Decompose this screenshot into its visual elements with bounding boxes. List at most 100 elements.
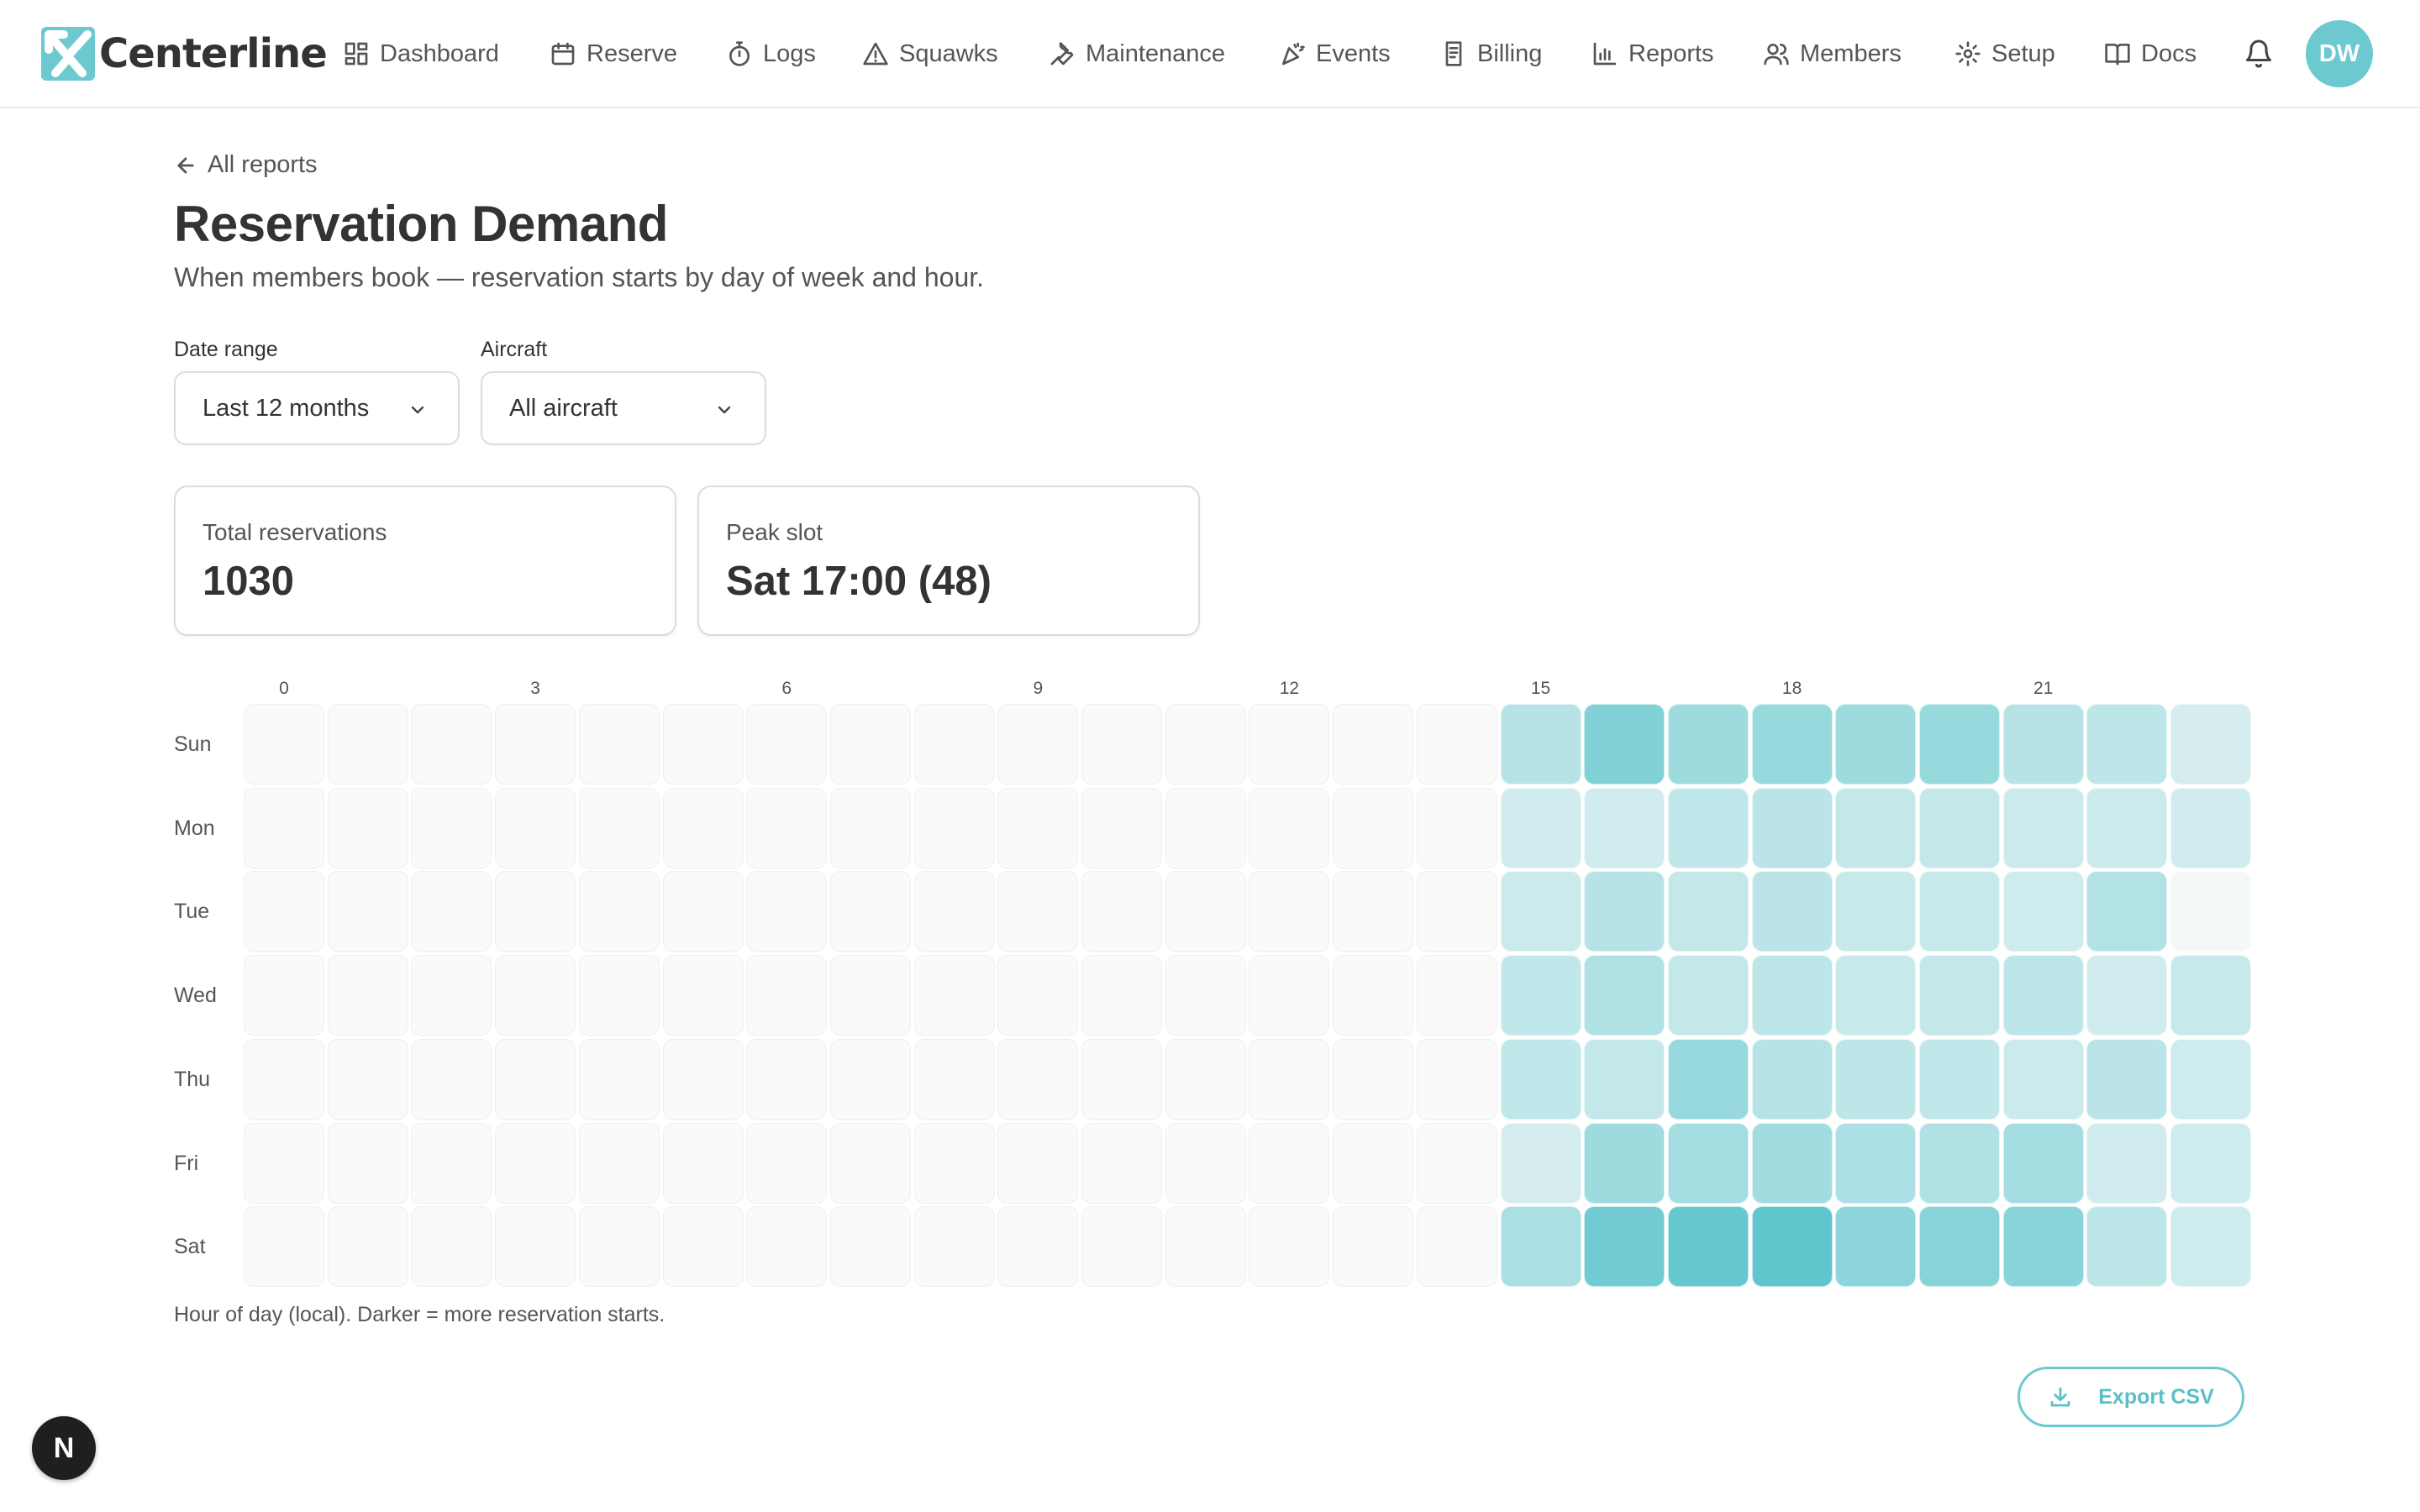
heatmap-cell[interactable] xyxy=(1835,955,1917,1037)
notifications-button[interactable] xyxy=(2244,39,2274,69)
heatmap-cell[interactable] xyxy=(2170,871,2252,953)
heatmap-cell[interactable] xyxy=(1584,1206,1665,1288)
heatmap-cell[interactable] xyxy=(327,1038,408,1120)
heatmap-cell[interactable] xyxy=(913,787,995,869)
heatmap-cell[interactable] xyxy=(746,955,828,1037)
heatmap-cell[interactable] xyxy=(1249,704,1330,785)
heatmap-cell[interactable] xyxy=(2086,871,2168,953)
heatmap-cell[interactable] xyxy=(1333,704,1414,785)
heatmap-cell[interactable] xyxy=(997,871,1079,953)
heatmap-cell[interactable] xyxy=(2002,1038,2084,1120)
heatmap-cell[interactable] xyxy=(829,1038,911,1120)
heatmap-cell[interactable] xyxy=(1500,704,1581,785)
heatmap-cell[interactable] xyxy=(1835,1206,1917,1288)
heatmap-cell[interactable] xyxy=(1835,1122,1917,1204)
heatmap-cell[interactable] xyxy=(327,955,408,1037)
heatmap-cell[interactable] xyxy=(2002,871,2084,953)
heatmap-cell[interactable] xyxy=(244,1122,324,1204)
heatmap-cell[interactable] xyxy=(1081,1038,1162,1120)
heatmap-cell[interactable] xyxy=(997,787,1079,869)
heatmap-cell[interactable] xyxy=(327,704,408,785)
heatmap-cell[interactable] xyxy=(2086,1038,2168,1120)
heatmap-cell[interactable] xyxy=(1667,1206,1749,1288)
nav-item-members[interactable]: Members xyxy=(1763,32,1902,76)
heatmap-cell[interactable] xyxy=(1667,1038,1749,1120)
heatmap-cell[interactable] xyxy=(244,1038,324,1120)
heatmap-cell[interactable] xyxy=(1416,704,1497,785)
heatmap-cell[interactable] xyxy=(913,704,995,785)
heatmap-cell[interactable] xyxy=(2086,787,2168,869)
heatmap-cell[interactable] xyxy=(2170,704,2252,785)
nav-item-dashboard[interactable]: Dashboard xyxy=(343,32,499,76)
dev-tools-badge[interactable]: N xyxy=(32,1416,96,1480)
heatmap-cell[interactable] xyxy=(1751,871,1833,953)
heatmap-cell[interactable] xyxy=(1667,871,1749,953)
heatmap-cell[interactable] xyxy=(1835,787,1917,869)
heatmap-cell[interactable] xyxy=(1165,1206,1246,1288)
heatmap-cell[interactable] xyxy=(662,1038,744,1120)
heatmap-cell[interactable] xyxy=(913,1206,995,1288)
heatmap-cell[interactable] xyxy=(2086,704,2168,785)
heatmap-cell[interactable] xyxy=(1081,955,1162,1037)
aircraft-select[interactable]: All aircraft xyxy=(481,371,766,445)
heatmap-cell[interactable] xyxy=(1333,1206,1414,1288)
heatmap-cell[interactable] xyxy=(411,1038,492,1120)
heatmap-cell[interactable] xyxy=(1500,871,1581,953)
heatmap-cell[interactable] xyxy=(578,1038,660,1120)
heatmap-cell[interactable] xyxy=(1165,955,1246,1037)
heatmap-cell[interactable] xyxy=(1584,871,1665,953)
heatmap-cell[interactable] xyxy=(411,1206,492,1288)
heatmap-cell[interactable] xyxy=(913,1038,995,1120)
heatmap-cell[interactable] xyxy=(829,955,911,1037)
heatmap-cell[interactable] xyxy=(746,704,828,785)
heatmap-cell[interactable] xyxy=(913,1122,995,1204)
heatmap-cell[interactable] xyxy=(746,787,828,869)
heatmap-cell[interactable] xyxy=(1249,955,1330,1037)
heatmap-cell[interactable] xyxy=(1919,955,2000,1037)
heatmap-cell[interactable] xyxy=(2002,704,2084,785)
heatmap-cell[interactable] xyxy=(1416,955,1497,1037)
heatmap-cell[interactable] xyxy=(578,871,660,953)
export-csv-button[interactable]: Export CSV xyxy=(2018,1367,2244,1427)
heatmap-cell[interactable] xyxy=(1584,955,1665,1037)
nav-item-docs[interactable]: Docs xyxy=(2104,32,2196,76)
heatmap-cell[interactable] xyxy=(1165,704,1246,785)
heatmap-cell[interactable] xyxy=(244,871,324,953)
heatmap-cell[interactable] xyxy=(662,704,744,785)
heatmap-cell[interactable] xyxy=(1584,1122,1665,1204)
heatmap-cell[interactable] xyxy=(662,787,744,869)
heatmap-cell[interactable] xyxy=(1165,1122,1246,1204)
heatmap-cell[interactable] xyxy=(1667,787,1749,869)
heatmap-cell[interactable] xyxy=(746,871,828,953)
heatmap-cell[interactable] xyxy=(495,871,576,953)
heatmap-cell[interactable] xyxy=(327,787,408,869)
heatmap-cell[interactable] xyxy=(1751,704,1833,785)
heatmap-cell[interactable] xyxy=(495,1122,576,1204)
heatmap-cell[interactable] xyxy=(411,787,492,869)
heatmap-cell[interactable] xyxy=(495,1206,576,1288)
heatmap-cell[interactable] xyxy=(997,704,1079,785)
heatmap-cell[interactable] xyxy=(411,704,492,785)
nav-item-reports[interactable]: Reports xyxy=(1591,32,1714,76)
heatmap-cell[interactable] xyxy=(2002,955,2084,1037)
date-range-select[interactable]: Last 12 months xyxy=(174,371,460,445)
heatmap-cell[interactable] xyxy=(997,1206,1079,1288)
heatmap-cell[interactable] xyxy=(1919,1038,2000,1120)
heatmap-cell[interactable] xyxy=(1667,955,1749,1037)
heatmap-cell[interactable] xyxy=(244,955,324,1037)
heatmap-cell[interactable] xyxy=(1416,871,1497,953)
heatmap-cell[interactable] xyxy=(662,1206,744,1288)
nav-item-reserve[interactable]: Reserve xyxy=(550,32,677,76)
heatmap-cell[interactable] xyxy=(1165,787,1246,869)
heatmap-cell[interactable] xyxy=(1249,1038,1330,1120)
nav-item-events[interactable]: Events xyxy=(1279,32,1391,76)
heatmap-cell[interactable] xyxy=(1500,1122,1581,1204)
heatmap-cell[interactable] xyxy=(1333,1122,1414,1204)
heatmap-cell[interactable] xyxy=(411,871,492,953)
heatmap-cell[interactable] xyxy=(829,787,911,869)
nav-item-billing[interactable]: Billing xyxy=(1440,32,1542,76)
heatmap-cell[interactable] xyxy=(1249,871,1330,953)
heatmap-cell[interactable] xyxy=(2170,1206,2252,1288)
heatmap-cell[interactable] xyxy=(495,787,576,869)
heatmap-cell[interactable] xyxy=(1333,871,1414,953)
